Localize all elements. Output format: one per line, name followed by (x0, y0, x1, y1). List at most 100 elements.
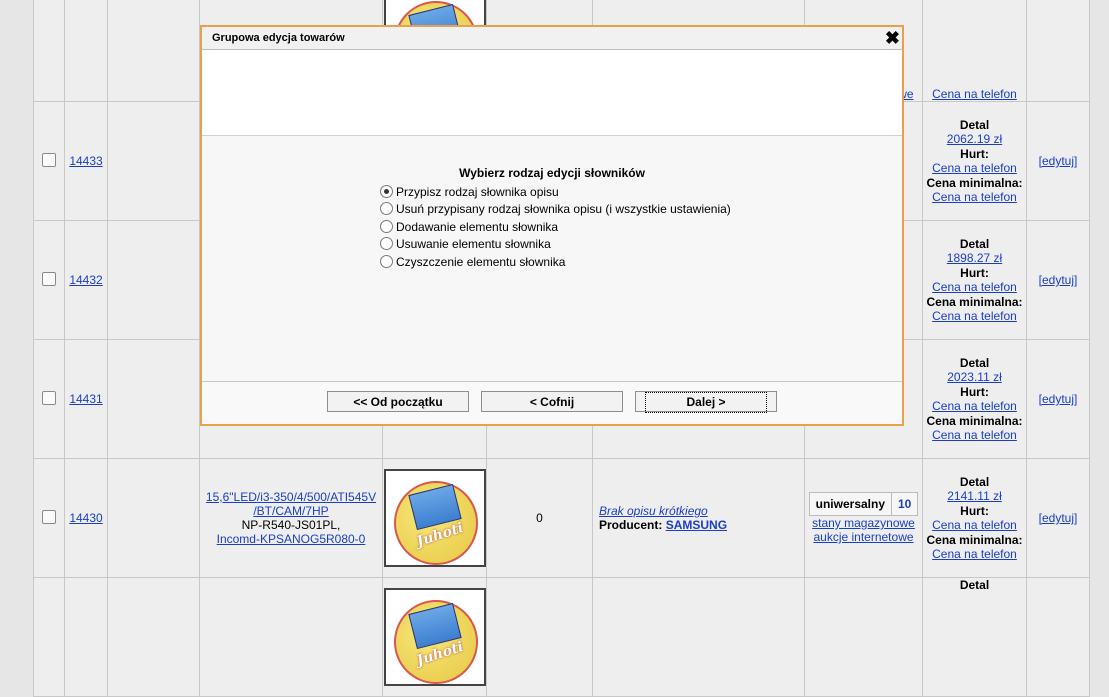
id-cell (64, 0, 108, 102)
code-cell (107, 0, 200, 102)
edit-type-option[interactable]: Usuwanie elementu słownika (380, 236, 731, 253)
stock-cell: uniwersalny 10 stany magazynowe aukcje inte… (804, 458, 923, 578)
code-cell (107, 458, 200, 578)
min-price-link[interactable]: Cena na telefon (923, 428, 1026, 443)
edit-type-option[interactable]: Przypisz rodzaj słownika opisu (380, 184, 731, 201)
edit-cell: [edytuj] (1026, 339, 1090, 459)
producer-link[interactable]: SAMSUNG (666, 518, 727, 532)
code-cell (107, 339, 200, 459)
id-cell: 14432 (64, 220, 108, 340)
edit-cell: [edytuj] (1026, 458, 1090, 578)
edit-link[interactable]: [edytuj] (1039, 511, 1078, 525)
edit-link[interactable]: [edytuj] (1039, 154, 1078, 168)
short-description-cell: Brak opisu krótkiego Producent: SAMSUNG (592, 458, 805, 578)
edit-cell (1026, 577, 1090, 697)
price-cell: Cena na telefon (922, 0, 1027, 102)
min-price-link[interactable]: Cena na telefon (923, 190, 1026, 205)
edit-type-option[interactable]: Dodawanie elementu słownika (380, 219, 731, 236)
radio-button[interactable] (380, 219, 393, 233)
quantity-cell: 0 (486, 458, 593, 578)
stock-type: uniwersalny (815, 497, 885, 511)
min-price-link[interactable]: Cena na telefon (923, 547, 1026, 562)
stock-cell (804, 577, 923, 697)
stock-count: 10 (891, 493, 917, 515)
row-checkbox[interactable] (42, 271, 56, 286)
edit-link[interactable]: [edytuj] (1039, 392, 1078, 406)
row-checkbox[interactable] (42, 390, 56, 405)
code-cell (107, 577, 200, 697)
wholesale-price-link[interactable]: Cena na telefon (923, 518, 1026, 533)
option-label: Usuń przypisany rodzaj słownika opisu (i… (396, 202, 731, 217)
wholesale-label: Hurt: (960, 265, 989, 280)
description-line: NP-R540-JS01PL, (241, 518, 341, 532)
price-cell: Detal 2023.11 zł Hurt: Cena na telefon Cena … (922, 339, 1027, 459)
min-price-link[interactable]: Cena na telefon (923, 309, 1026, 324)
product-id-link[interactable]: 14433 (69, 154, 102, 168)
product-id-link[interactable]: 14430 (69, 511, 102, 525)
retail-label: Detal (959, 236, 990, 251)
radio-button[interactable] (380, 185, 393, 198)
wholesale-price-link[interactable]: Cena na telefon (923, 280, 1026, 295)
wholesale-price-link[interactable]: Cena na telefon (923, 161, 1026, 176)
option-heading: Wybierz rodzaj edycji słowników (459, 166, 645, 180)
wholesale-price-link[interactable]: Cena na telefon (923, 87, 1026, 102)
id-cell: 14430 (64, 458, 108, 578)
min-price-label: Cena minimalna: (926, 294, 1023, 309)
image-cell: Juhoti (382, 577, 487, 697)
code-cell (107, 101, 200, 221)
product-thumbnail[interactable]: Juhoti (383, 588, 486, 686)
retail-price-link[interactable]: 1898.27 zł (923, 251, 1026, 266)
radio-button[interactable] (380, 254, 393, 268)
id-cell: 14431 (64, 339, 108, 459)
dialog-footer: << Od początku < Cofnij Dalej > (202, 381, 902, 424)
dialog-title-bar: Grupowa edycja towarów ✖ (202, 27, 902, 50)
radio-button[interactable] (380, 237, 393, 251)
retail-price-link[interactable]: 2023.11 zł (923, 370, 1026, 385)
short-description-link[interactable]: Brak opisu krótkiego (599, 504, 804, 518)
min-price-label: Cena minimalna: (926, 532, 1023, 547)
id-cell: 14433 (64, 101, 108, 221)
stock-box: uniwersalny 10 (808, 492, 919, 516)
product-id-link[interactable]: 14432 (69, 273, 102, 287)
select-cell (33, 458, 65, 578)
producer-line: Producent: SAMSUNG (599, 518, 804, 532)
id-cell (64, 577, 108, 697)
wholesale-label: Hurt: (960, 146, 989, 161)
retail-label: Detal (959, 474, 990, 489)
wholesale-price-link[interactable]: Cena na telefon (923, 399, 1026, 414)
edit-cell: [edytuj] (1026, 101, 1090, 221)
next-button[interactable]: Dalej > (635, 391, 777, 413)
option-label: Dodawanie elementu słownika (396, 219, 559, 234)
edit-link[interactable]: [edytuj] (1039, 273, 1078, 287)
dialog-body: Wybierz rodzaj edycji słowników Przypisz… (202, 136, 902, 383)
edit-type-option[interactable]: Czyszczenie elementu słownika (380, 254, 731, 271)
select-cell (33, 101, 65, 221)
edit-type-option[interactable]: Usuń przypisany rodzaj słownika opisu (i… (380, 201, 731, 218)
edit-type-options: Przypisz rodzaj słownika opisu Usuń przyp… (380, 184, 731, 271)
retail-price-link[interactable]: 2141.11 zł (923, 489, 1026, 504)
radio-button[interactable] (380, 202, 393, 216)
description-line[interactable]: /BT/CAM/7HP (200, 504, 382, 518)
close-icon[interactable]: ✖ (885, 27, 900, 49)
option-label: Czyszczenie elementu słownika (396, 254, 566, 269)
row-checkbox[interactable] (42, 152, 56, 167)
quantity-cell (486, 577, 593, 697)
row-checkbox[interactable] (42, 509, 56, 524)
start-over-button[interactable]: << Od początku (327, 391, 469, 412)
price-cell: Detal 2141.11 zł Hurt: Cena na telefon Cena … (922, 458, 1027, 578)
back-button[interactable]: < Cofnij (481, 391, 623, 412)
stock-link[interactable]: aukcje internetowe (805, 530, 922, 544)
select-cell (33, 339, 65, 459)
table-row: 14430 15,6"LED/i3-350/4/500/ATI545V/BT/CA… (33, 458, 1090, 578)
retail-price-link[interactable]: 2062.19 zł (923, 132, 1026, 147)
product-thumbnail[interactable]: Juhoti (383, 469, 486, 567)
wholesale-label: Hurt: (960, 384, 989, 399)
product-id-link[interactable]: 14431 (69, 392, 102, 406)
min-price-label: Cena minimalna: (926, 413, 1023, 428)
description-cell (199, 577, 383, 697)
next-button-label: Dalej > (645, 392, 767, 413)
description-line[interactable]: Incomd-KPSANOG5R080-0 (200, 532, 382, 546)
dialog-title: Grupowa edycja towarów (212, 32, 345, 44)
description-line[interactable]: 15,6"LED/i3-350/4/500/ATI545V (200, 490, 382, 504)
producer-label: Producent: (599, 518, 663, 532)
